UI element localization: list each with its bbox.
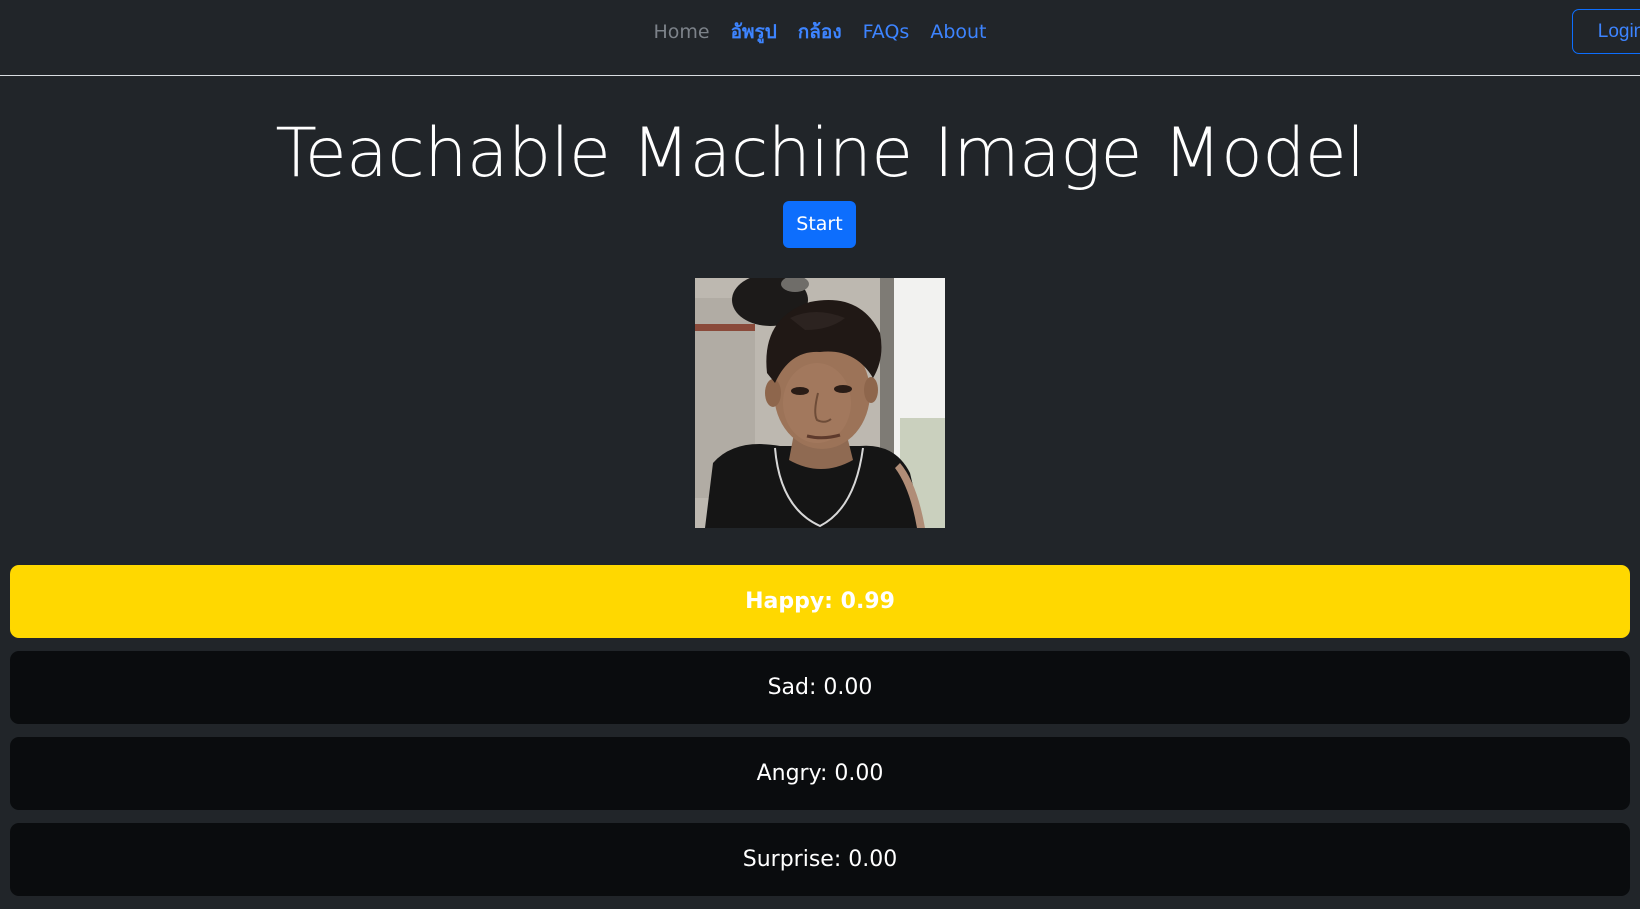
nav-item-about[interactable]: About xyxy=(930,18,986,46)
navbar: Home อัพรูป กล้อง FAQs About Login xyxy=(0,0,1640,76)
webcam-feed xyxy=(695,278,945,528)
start-button[interactable]: Start xyxy=(783,201,856,248)
prediction-surprise: Surprise: 0.00 xyxy=(10,823,1630,896)
prediction-sad: Sad: 0.00 xyxy=(10,651,1630,724)
webcam-image xyxy=(695,278,945,528)
prediction-list: Happy: 0.99 Sad: 0.00 Angry: 0.00 Surpri… xyxy=(10,565,1630,909)
prediction-happy: Happy: 0.99 xyxy=(10,565,1630,638)
login-button[interactable]: Login xyxy=(1572,9,1640,54)
nav-item-home[interactable]: Home xyxy=(653,18,709,46)
nav-item-faqs[interactable]: FAQs xyxy=(863,18,910,46)
nav-item-upload[interactable]: อัพรูป xyxy=(731,18,777,46)
page-title: Teachable Machine Image Model xyxy=(275,114,1365,193)
nav-links: Home อัพรูป กล้อง FAQs About xyxy=(0,18,1640,46)
nav-item-camera[interactable]: กล้อง xyxy=(798,18,842,46)
prediction-angry: Angry: 0.00 xyxy=(10,737,1630,810)
